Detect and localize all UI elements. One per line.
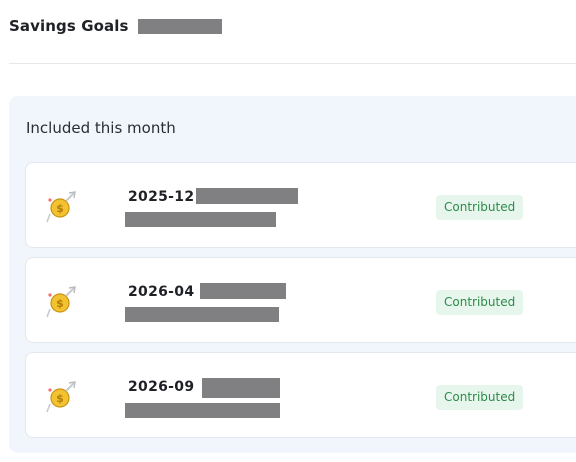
money-bag-flying-icon: $: [46, 286, 76, 318]
redacted-goal-name: [200, 283, 286, 299]
redacted-goal-detail: [125, 403, 280, 418]
header-divider: [9, 63, 576, 64]
status-badge: Contributed: [436, 290, 524, 315]
money-bag-flying-icon: $: [46, 191, 76, 223]
goal-card[interactable]: $ 2026-04 Contributed: [25, 257, 576, 343]
svg-text:$: $: [56, 297, 64, 310]
redacted-goal-name: [196, 188, 298, 204]
page-title: Savings Goals: [9, 17, 129, 35]
redacted-header-value: [137, 18, 222, 34]
redacted-goal-name: [202, 378, 280, 398]
svg-text:$: $: [56, 202, 64, 215]
section-title: Included this month: [26, 119, 176, 137]
svg-text:$: $: [56, 392, 64, 405]
goal-card[interactable]: $ 2025-12 Contributed: [25, 162, 576, 248]
goal-card[interactable]: $ 2026-09 Contributed: [25, 352, 576, 438]
status-badge: Contributed: [436, 385, 524, 410]
page-header: Savings Goals: [9, 14, 222, 38]
goal-month: 2026-04: [128, 284, 195, 300]
goal-month: 2026-09: [128, 379, 195, 395]
status-badge: Contributed: [436, 195, 524, 220]
money-bag-flying-icon: $: [46, 381, 76, 413]
goal-month: 2025-12: [128, 189, 195, 205]
redacted-goal-detail: [125, 307, 279, 322]
included-this-month-panel: Included this month $ 2025-12 Contribute…: [9, 96, 576, 453]
redacted-goal-detail: [125, 212, 276, 227]
